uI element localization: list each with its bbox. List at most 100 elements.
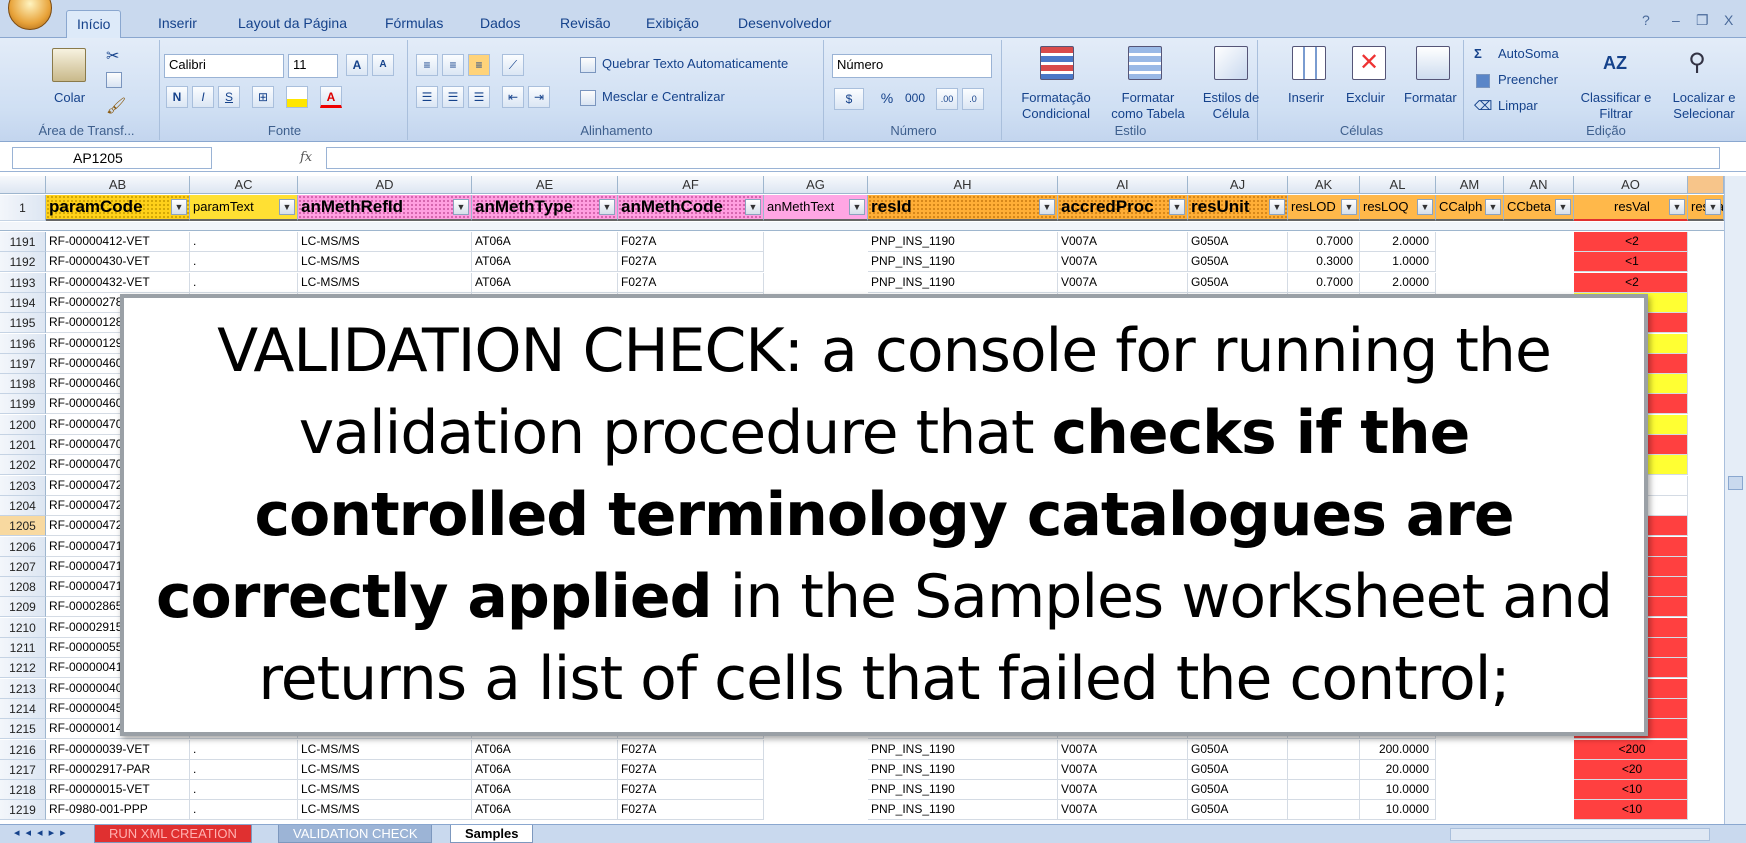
table-cell[interactable]: LC-MS/MS — [298, 252, 472, 272]
filter-dropdown-icon[interactable]: ▼ — [171, 199, 187, 215]
font-color-icon[interactable]: A — [320, 86, 342, 108]
row-header[interactable]: 1193 — [0, 273, 46, 293]
row-header[interactable]: 1206 — [0, 537, 46, 557]
table-cell[interactable]: F027A — [618, 800, 764, 820]
table-cell[interactable]: RF-00000430-VET — [46, 252, 190, 272]
underline-button[interactable]: S — [218, 86, 240, 108]
table-cell[interactable]: PNP_INS_1190 — [868, 800, 1058, 820]
sort-filter-icon[interactable]: AZ — [1598, 46, 1632, 80]
table-cell[interactable]: AT06A — [472, 800, 618, 820]
align-middle-icon[interactable]: ≡ — [442, 54, 464, 76]
row-header[interactable]: 1204 — [0, 496, 46, 516]
filter-dropdown-icon[interactable]: ▼ — [1269, 199, 1285, 215]
table-cell[interactable]: . — [190, 740, 298, 760]
clear-icon[interactable]: ⌫ — [1474, 98, 1492, 114]
result-value-cell[interactable]: <2 — [1574, 273, 1688, 293]
column-header[interactable]: AJ — [1188, 176, 1288, 194]
table-cell[interactable]: V007A — [1058, 760, 1188, 780]
table-cell[interactable]: RF-00000039-VET — [46, 740, 190, 760]
column-header[interactable]: AF — [618, 176, 764, 194]
vertical-scrollbar[interactable] — [1724, 176, 1746, 824]
filter-dropdown-icon[interactable]: ▼ — [1485, 199, 1501, 215]
result-value-cell[interactable]: <2 — [1574, 232, 1688, 252]
office-button[interactable] — [8, 0, 52, 30]
table-cell[interactable]: LC-MS/MS — [298, 232, 472, 252]
table-cell[interactable]: RF-0980-001-PPP — [46, 800, 190, 820]
help-icon[interactable]: ? — [1642, 12, 1650, 28]
sheet-tab-samples[interactable]: Samples — [450, 825, 534, 843]
fill-icon[interactable] — [1476, 74, 1490, 88]
table-cell[interactable]: V007A — [1058, 800, 1188, 820]
column-header[interactable]: AH — [868, 176, 1058, 194]
currency-icon[interactable]: $ — [834, 88, 864, 110]
sheet-nav-icons[interactable]: ◂◂◂▸▸ — [14, 826, 72, 839]
row-header[interactable]: 1 — [0, 195, 46, 221]
sheet-tab-run-xml[interactable]: RUN XML CREATION — [94, 825, 252, 843]
table-cell[interactable]: RF-00000015-VET — [46, 780, 190, 800]
increase-decimal-icon[interactable]: .00 — [936, 88, 958, 110]
filter-dropdown-icon[interactable]: ▼ — [453, 199, 469, 215]
sort-filter-button[interactable]: Classificar e Filtrar — [1578, 90, 1654, 122]
row-header[interactable]: 1210 — [0, 618, 46, 638]
table-cell[interactable]: 2.0000 — [1360, 273, 1436, 293]
thousands-button[interactable]: 000 — [900, 88, 930, 110]
table-cell[interactable]: G050A — [1188, 273, 1288, 293]
row-header[interactable]: 1214 — [0, 699, 46, 719]
table-cell[interactable]: . — [190, 800, 298, 820]
insert-function-icon[interactable]: fx — [300, 150, 312, 165]
find-select-icon[interactable]: ⚲ — [1680, 46, 1714, 80]
table-cell[interactable]: LC-MS/MS — [298, 760, 472, 780]
close-icon[interactable]: X — [1724, 12, 1733, 28]
row-header[interactable]: 1191 — [0, 232, 46, 252]
row-header[interactable]: 1213 — [0, 679, 46, 699]
decrease-indent-icon[interactable]: ⇤ — [502, 86, 524, 108]
filter-dropdown-icon[interactable]: ▼ — [279, 199, 295, 215]
shrink-font-button[interactable]: A — [372, 54, 394, 76]
orientation-icon[interactable]: ⟋ — [502, 54, 524, 76]
format-painter-icon[interactable]: 🖌 — [106, 96, 126, 116]
row-header[interactable]: 1197 — [0, 354, 46, 374]
italic-button[interactable]: I — [192, 86, 214, 108]
minimize-icon[interactable]: – — [1672, 12, 1680, 28]
table-cell[interactable]: LC-MS/MS — [298, 780, 472, 800]
table-cell[interactable]: RF-00002917-PAR — [46, 760, 190, 780]
column-header[interactable]: AD — [298, 176, 472, 194]
result-value-cell[interactable]: <10 — [1574, 780, 1688, 800]
table-cell[interactable]: G050A — [1188, 232, 1288, 252]
delete-cells-icon[interactable]: ✕ — [1352, 46, 1386, 80]
table-cell[interactable]: 20.0000 — [1360, 760, 1436, 780]
column-header[interactable]: AB — [46, 176, 190, 194]
table-cell[interactable]: AT06A — [472, 252, 618, 272]
tab-revisao[interactable]: Revisão — [550, 10, 621, 38]
row-header[interactable]: 1212 — [0, 658, 46, 678]
table-cell[interactable]: RF-00000432-VET — [46, 273, 190, 293]
column-header[interactable]: AO — [1574, 176, 1688, 194]
tab-inserir[interactable]: Inserir — [148, 10, 207, 38]
table-cell[interactable]: AT06A — [472, 780, 618, 800]
column-header[interactable]: AN — [1504, 176, 1574, 194]
sheet-tab-validation-check[interactable]: VALIDATION CHECK — [278, 825, 433, 843]
format-table-icon[interactable] — [1128, 46, 1162, 80]
tab-inicio[interactable]: Início — [66, 10, 122, 38]
merge-center-button[interactable]: Mesclar e Centralizar — [602, 89, 725, 104]
table-cell[interactable]: PNP_INS_1190 — [868, 232, 1058, 252]
table-cell[interactable]: 2.0000 — [1360, 232, 1436, 252]
table-cell[interactable]: V007A — [1058, 252, 1188, 272]
table-cell[interactable]: G050A — [1188, 760, 1288, 780]
column-header[interactable]: AK — [1288, 176, 1360, 194]
row-header[interactable]: 1216 — [0, 740, 46, 760]
table-cell[interactable]: RF-00000412-VET — [46, 232, 190, 252]
table-cell[interactable]: . — [190, 760, 298, 780]
table-cell[interactable]: LC-MS/MS — [298, 740, 472, 760]
insert-cells-icon[interactable] — [1292, 46, 1326, 80]
name-box[interactable]: AP1205 — [12, 147, 212, 169]
formula-input[interactable] — [326, 147, 1720, 169]
table-cell[interactable]: 1.0000 — [1360, 252, 1436, 272]
filter-dropdown-icon[interactable]: ▼ — [1417, 199, 1433, 215]
fill-button[interactable]: Preencher — [1498, 72, 1558, 87]
row-header[interactable]: 1203 — [0, 476, 46, 496]
result-value-cell[interactable]: <200 — [1574, 740, 1688, 760]
delete-cells-button[interactable]: Excluir — [1346, 90, 1385, 105]
conditional-format-button[interactable]: Formatação Condicional — [1014, 90, 1098, 122]
tab-desenvolvedor[interactable]: Desenvolvedor — [728, 10, 841, 38]
